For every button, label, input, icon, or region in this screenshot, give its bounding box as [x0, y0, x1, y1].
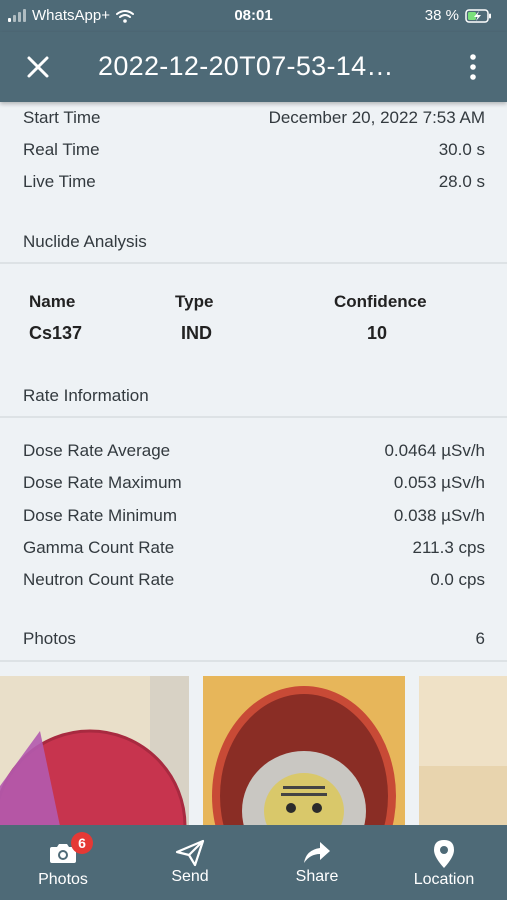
- table-header-confidence: Confidence: [334, 292, 427, 311]
- close-icon[interactable]: [24, 53, 52, 81]
- photo-partial-image: [419, 676, 507, 826]
- battery-percent: 38 %: [424, 7, 459, 24]
- detail-label: Start Time: [23, 108, 101, 127]
- app-bar: 2022-12-20T07-53-14…: [0, 32, 507, 102]
- rate-label: Dose Rate Minimum: [23, 506, 177, 525]
- rate-label: Gamma Count Rate: [23, 538, 175, 557]
- divider: [0, 416, 507, 418]
- detail-value: 28.0 s: [438, 172, 485, 191]
- rate-label: Dose Rate Average: [23, 441, 171, 460]
- detail-row-real-time: Real Time 30.0 s: [23, 140, 485, 160]
- rate-label: Neutron Count Rate: [23, 570, 175, 589]
- table-header-type: Type: [175, 292, 214, 311]
- divider: [0, 262, 507, 264]
- photo-container-image: [203, 676, 405, 826]
- page-title: 2022-12-20T07-53-14…: [98, 51, 394, 81]
- more-vert-icon[interactable]: [463, 52, 483, 82]
- bottom-navigation: 6 Photos Send Share Location: [0, 825, 507, 900]
- rate-value: 0.038 µSv/h: [393, 506, 485, 525]
- section-label-nuclide-analysis: Nuclide Analysis: [23, 232, 147, 251]
- table-header-name: Name: [29, 292, 76, 311]
- rate-row-dose-average: Dose Rate Average 0.0464 µSv/h: [23, 441, 485, 461]
- nav-location[interactable]: Location: [381, 825, 507, 900]
- rate-label: Dose Rate Maximum: [23, 473, 182, 492]
- rate-row-dose-minimum: Dose Rate Minimum 0.038 µSv/h: [23, 506, 485, 526]
- nav-photos[interactable]: 6 Photos: [0, 825, 126, 900]
- photos-label: Photos: [23, 629, 76, 648]
- detail-label: Live Time: [23, 172, 96, 191]
- photos-count: 6: [475, 629, 485, 648]
- detail-row-start-time: Start Time December 20, 2022 7:53 AM: [23, 108, 485, 128]
- detail-row-live-time: Live Time 28.0 s: [23, 172, 485, 192]
- location-pin-icon: [434, 840, 454, 868]
- battery-charging-icon: [465, 8, 491, 23]
- photos-row: Photos 6: [23, 629, 485, 649]
- send-icon: [175, 839, 205, 867]
- rate-row-dose-maximum: Dose Rate Maximum 0.053 µSv/h: [23, 473, 485, 493]
- divider: [0, 660, 507, 662]
- detail-label: Real Time: [23, 140, 100, 159]
- rate-row-neutron-count: Neutron Count Rate 0.0 cps: [23, 570, 485, 590]
- nav-send[interactable]: Send: [127, 825, 253, 900]
- section-label-rate-information: Rate Information: [23, 386, 149, 405]
- rate-value: 0.053 µSv/h: [393, 473, 485, 492]
- share-icon: [304, 842, 330, 863]
- notification-badge: 6: [71, 832, 93, 854]
- photo-thumbnail[interactable]: [203, 676, 405, 826]
- rate-value: 0.0 cps: [430, 570, 485, 589]
- table-cell-confidence: 10: [367, 323, 388, 343]
- table-cell-type: IND: [181, 323, 212, 343]
- status-right: 38 %: [425, 7, 493, 24]
- detail-value: 30.0 s: [438, 140, 485, 159]
- nav-label: Location: [413, 871, 475, 888]
- nav-label: Send: [171, 868, 209, 885]
- photo-thumbnail[interactable]: [0, 676, 189, 826]
- rate-value: 0.0464 µSv/h: [384, 441, 485, 460]
- rate-value: 211.3 cps: [412, 538, 485, 557]
- nav-label: Share: [295, 868, 339, 885]
- table-cell-name: Cs137: [29, 323, 83, 343]
- photo-thumbnail[interactable]: [419, 676, 507, 826]
- photo-red-disc-image: [0, 676, 189, 826]
- detail-value: December 20, 2022 7:53 AM: [268, 108, 485, 127]
- nav-label: Photos: [38, 871, 88, 888]
- rate-row-gamma-count: Gamma Count Rate 211.3 cps: [23, 538, 485, 558]
- status-bar: WhatsApp+ 08:01 38 %: [0, 0, 507, 32]
- nav-share[interactable]: Share: [254, 825, 380, 900]
